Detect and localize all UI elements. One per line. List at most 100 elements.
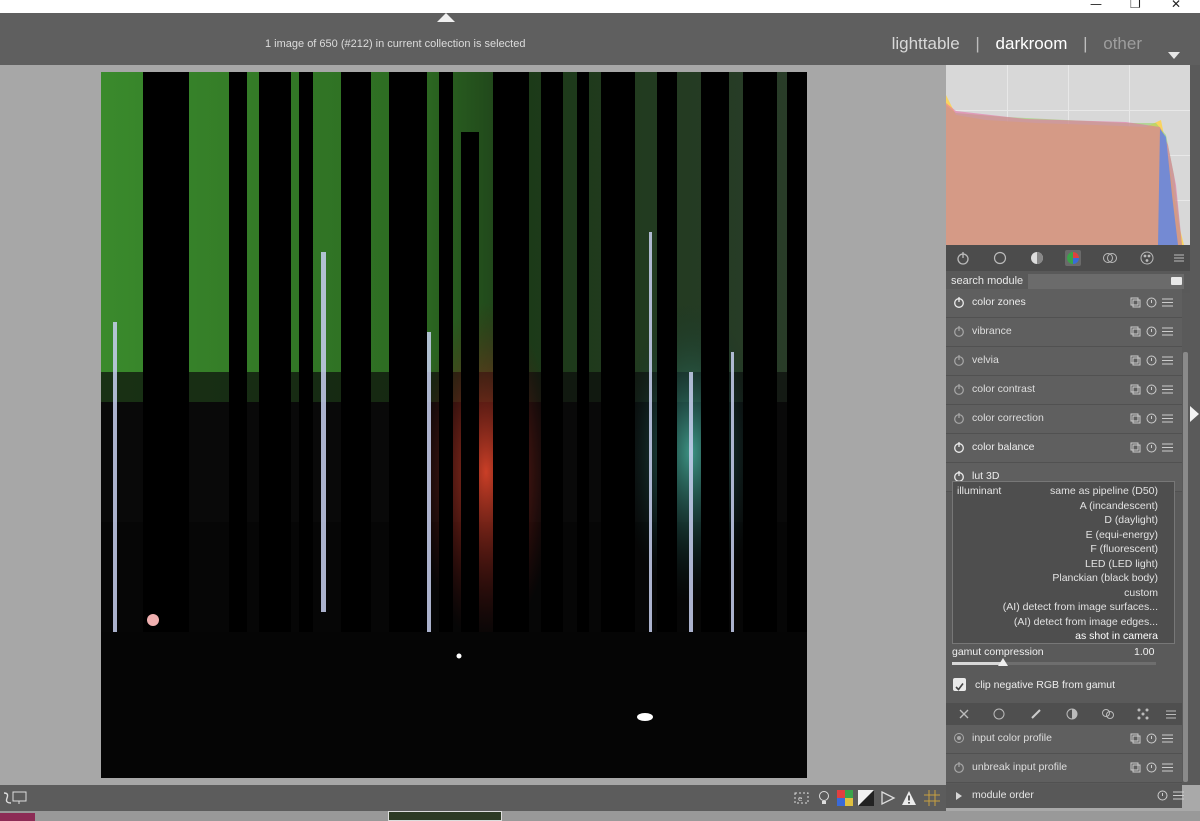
power-icon[interactable]: [953, 296, 965, 308]
module-unbreak-input-profile[interactable]: unbreak input profile: [946, 754, 1182, 783]
reset-icon[interactable]: [1157, 790, 1168, 801]
reset-icon[interactable]: [1146, 442, 1157, 453]
base-group-icon[interactable]: [992, 250, 1008, 266]
presets-icon[interactable]: [1162, 442, 1173, 453]
gamut-check-icon[interactable]: [901, 790, 917, 806]
filmstrip-thumbnail-current[interactable]: [388, 811, 502, 821]
module-order-row[interactable]: module order: [946, 784, 1184, 808]
reset-icon[interactable]: [1146, 733, 1157, 744]
view-other[interactable]: other: [1103, 34, 1142, 53]
power-icon[interactable]: [953, 383, 965, 395]
restore-button[interactable]: ❐: [1130, 0, 1141, 11]
collapse-top-arrow-icon[interactable]: [437, 13, 455, 22]
presets-icon[interactable]: [1162, 733, 1173, 744]
dots-grid-icon[interactable]: [1136, 707, 1150, 721]
minimize-button[interactable]: —: [1090, 0, 1102, 11]
reset-icon[interactable]: [1146, 297, 1157, 308]
search-module-input[interactable]: [1028, 274, 1184, 289]
module-input-color-profile[interactable]: input color profile: [946, 725, 1182, 754]
tone-group-icon[interactable]: [1029, 250, 1045, 266]
mask-icon[interactable]: [1101, 707, 1115, 721]
presets-icon[interactable]: [1162, 326, 1173, 337]
view-lighttable[interactable]: lighttable: [892, 34, 960, 53]
iso-12646-icon[interactable]: [858, 790, 874, 806]
reset-icon[interactable]: [1146, 326, 1157, 337]
focus-peaking-icon[interactable]: [816, 790, 832, 806]
presets-icon[interactable]: [1162, 297, 1173, 308]
module-velvia[interactable]: velvia: [946, 347, 1182, 376]
power-icon[interactable]: [953, 761, 965, 773]
second-window-icon[interactable]: [12, 790, 28, 806]
module-label: color correction: [972, 412, 1044, 424]
correct-group-icon[interactable]: [1102, 250, 1118, 266]
close-button[interactable]: ✕: [1171, 0, 1181, 11]
clear-search-icon[interactable]: [1171, 277, 1182, 285]
module-scrollbar[interactable]: [1183, 352, 1188, 782]
illuminant-option[interactable]: Planckian (black body): [1052, 572, 1158, 584]
reset-icon[interactable]: [1146, 355, 1157, 366]
illuminant-option[interactable]: A (incandescent): [1080, 500, 1158, 512]
illuminant-option[interactable]: (AI) detect from image surfaces...: [1003, 601, 1158, 613]
circle-icon[interactable]: [993, 708, 1005, 720]
guides-icon[interactable]: [924, 790, 940, 806]
contrast-icon[interactable]: [1066, 708, 1078, 720]
group-menu-icon[interactable]: [1171, 250, 1187, 266]
gamut-compression-thumb[interactable]: [998, 658, 1008, 666]
power-group-icon[interactable]: [955, 250, 971, 266]
collapse-right-panel-icon[interactable]: [1190, 406, 1199, 422]
color-assessment-icon[interactable]: [837, 790, 853, 806]
reset-icon[interactable]: [1146, 384, 1157, 395]
module-vibrance[interactable]: vibrance: [946, 318, 1182, 347]
illuminant-option[interactable]: same as pipeline (D50): [1050, 485, 1158, 497]
reset-icon[interactable]: [1146, 762, 1157, 773]
selection-status: 1 image of 650 (#212) in current collect…: [265, 38, 526, 50]
histogram[interactable]: [946, 65, 1190, 245]
brush-icon[interactable]: [1030, 708, 1042, 720]
multi-instance-icon[interactable]: [1130, 384, 1141, 395]
module-color-correction[interactable]: color correction: [946, 405, 1182, 434]
multi-instance-icon[interactable]: [1130, 413, 1141, 424]
reset-icon[interactable]: [1146, 413, 1157, 424]
color-group-icon[interactable]: [1065, 250, 1081, 266]
presets-icon[interactable]: [1173, 790, 1184, 801]
presets-icon[interactable]: [1162, 413, 1173, 424]
module-label: vibrance: [972, 325, 1012, 337]
illuminant-option[interactable]: D (daylight): [1104, 514, 1158, 526]
multi-instance-icon[interactable]: [1130, 326, 1141, 337]
illuminant-option[interactable]: LED (LED light): [1085, 558, 1158, 570]
group-menu-icon[interactable]: [1165, 709, 1177, 721]
power-icon[interactable]: [953, 412, 965, 424]
raw-overexposed-icon[interactable]: e: [794, 790, 810, 806]
illuminant-option[interactable]: F (fluorescent): [1090, 543, 1158, 555]
presets-icon[interactable]: [1162, 355, 1173, 366]
multi-instance-icon[interactable]: [1130, 442, 1141, 453]
filmstrip[interactable]: [0, 811, 1200, 821]
expand-triangle-icon[interactable]: [956, 792, 962, 800]
power-icon[interactable]: [953, 325, 965, 337]
presets-icon[interactable]: [1162, 384, 1173, 395]
illuminant-option-selected[interactable]: as shot in camera: [1075, 630, 1158, 642]
power-icon[interactable]: [953, 441, 965, 453]
multi-instance-icon[interactable]: [1130, 355, 1141, 366]
module-group-tabs: [946, 245, 1190, 271]
illuminant-option[interactable]: custom: [1124, 587, 1158, 599]
module-color-balance[interactable]: color balance: [946, 434, 1182, 463]
effect-group-icon[interactable]: [1139, 250, 1155, 266]
close-icon[interactable]: [959, 709, 969, 719]
module-color-zones[interactable]: color zones: [946, 289, 1182, 318]
illuminant-option[interactable]: E (equi-energy): [1086, 529, 1158, 541]
multi-instance-icon[interactable]: [1130, 297, 1141, 308]
illuminant-dropdown[interactable]: illuminant same as pipeline (D50) A (inc…: [952, 481, 1175, 644]
illuminant-option[interactable]: (AI) detect from image edges...: [1014, 616, 1158, 628]
multi-instance-icon[interactable]: [1130, 762, 1141, 773]
view-menu-chevron-icon[interactable]: [1168, 52, 1180, 59]
softproof-icon[interactable]: [880, 790, 896, 806]
view-darkroom[interactable]: darkroom: [996, 34, 1068, 53]
multi-instance-icon[interactable]: [1130, 733, 1141, 744]
gamut-compression-value[interactable]: 1.00: [1134, 646, 1154, 658]
power-icon[interactable]: [953, 354, 965, 366]
module-color-contrast[interactable]: color contrast: [946, 376, 1182, 405]
presets-icon[interactable]: [1162, 762, 1173, 773]
filmstrip-thumbnail[interactable]: [0, 813, 35, 821]
clip-negative-checkbox[interactable]: [953, 678, 966, 691]
